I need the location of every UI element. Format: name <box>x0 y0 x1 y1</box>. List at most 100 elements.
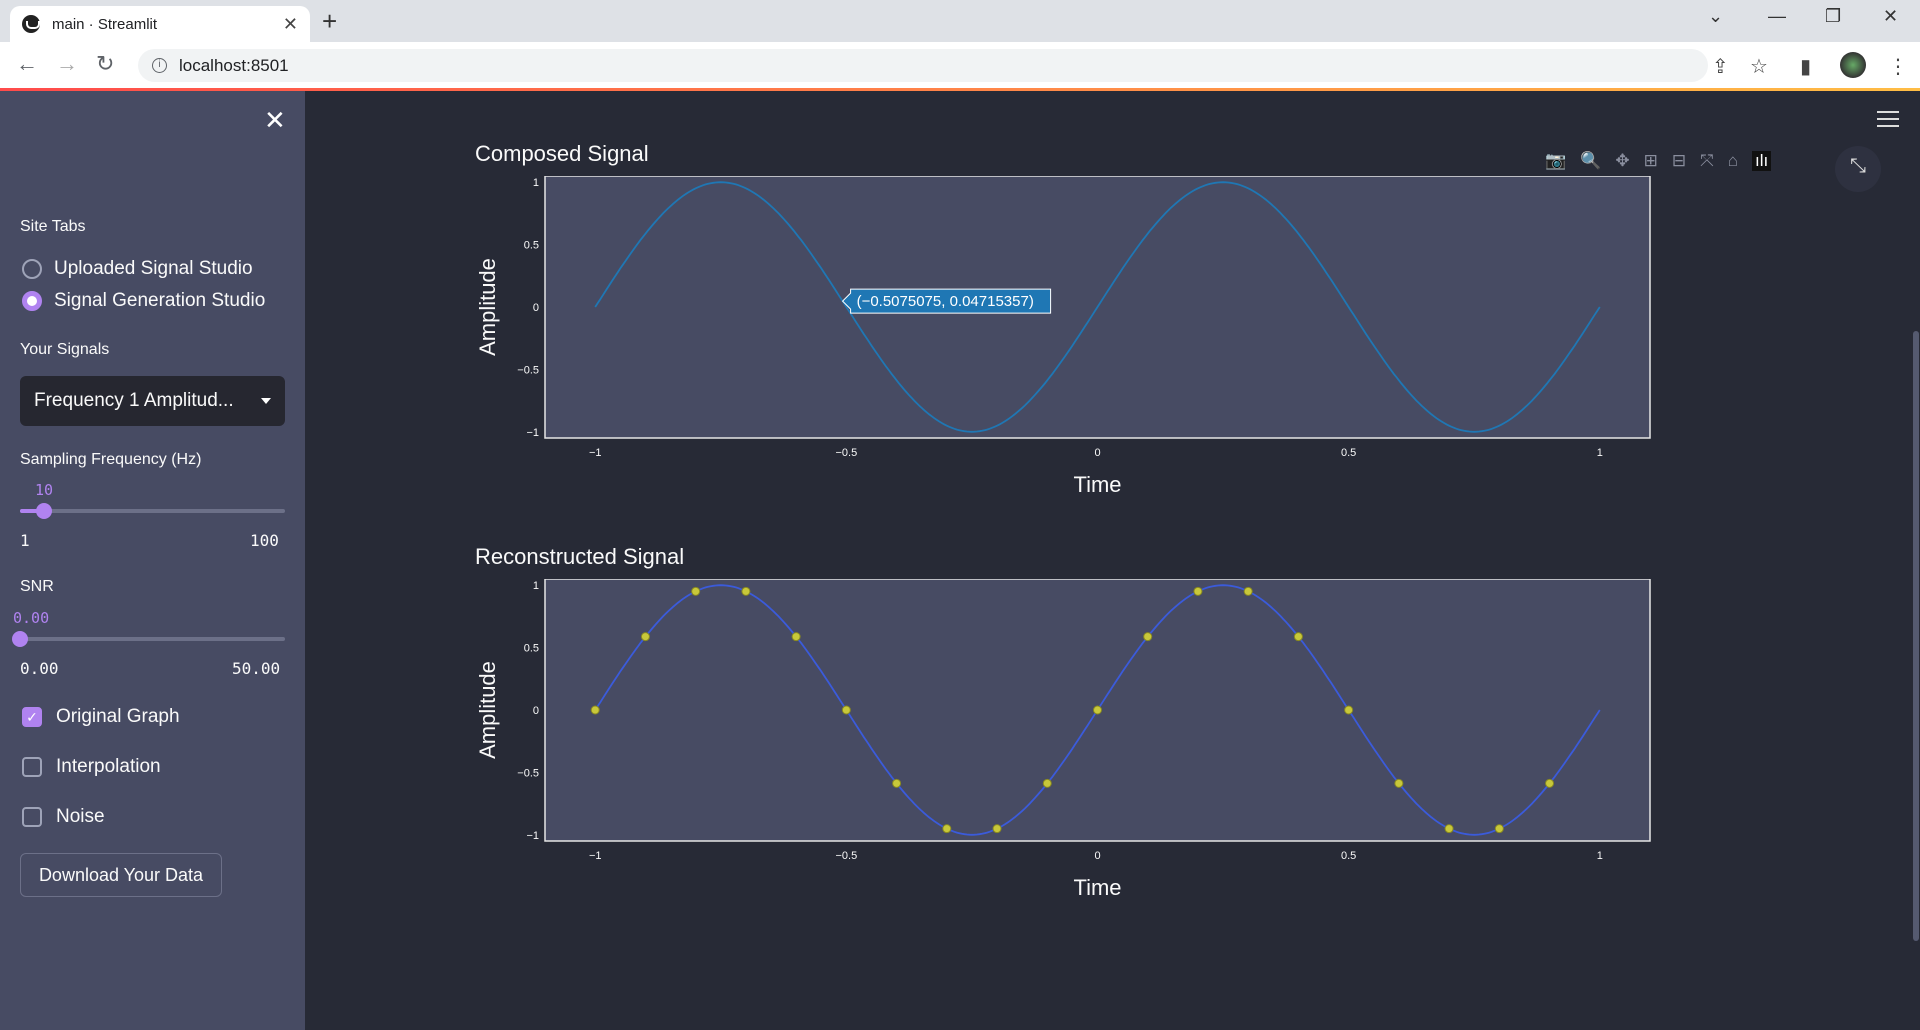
autoscale-icon[interactable]: ⤧ <box>1700 151 1714 171</box>
site-tabs-label: Site Tabs <box>20 218 86 235</box>
y-tick-label: −0.5 <box>517 767 539 779</box>
sample-marker <box>791 632 801 642</box>
plot-modebar: 📷 🔍 ✥ ⊞ ⊟ ⤧ ⌂ ılı <box>1545 151 1772 171</box>
close-tab-icon[interactable]: ✕ <box>283 14 298 35</box>
sample-marker <box>1344 705 1354 715</box>
sampling-slider-thumb[interactable] <box>36 503 52 519</box>
sidebar: ✕ Site Tabs Uploaded Signal Studio Signa… <box>0 91 305 1030</box>
main-scrollbar[interactable] <box>1913 331 1919 941</box>
signal-select-value: Frequency 1 Amplitud... <box>34 390 234 411</box>
browser-tab-bar: main · Streamlit ✕ + ⌄ — ❐ ✕ <box>0 0 1920 42</box>
bookmark-star-icon[interactable]: ☆ <box>1750 54 1768 79</box>
reset-axes-icon[interactable]: ⌂ <box>1728 151 1738 171</box>
sample-marker <box>691 586 701 596</box>
restore-icon[interactable]: ❐ <box>1825 6 1841 27</box>
checkbox-noise[interactable]: Noise <box>22 806 105 828</box>
sample-marker <box>1143 632 1153 642</box>
sample-marker <box>1545 778 1555 788</box>
x-tick-label: −1 <box>589 850 602 862</box>
hover-tooltip: (−0.5075075, 0.04715357) <box>841 288 1052 314</box>
x-tick-label: 1 <box>1597 447 1603 459</box>
x-tick-label: −1 <box>589 447 602 459</box>
y-tick-label: −0.5 <box>517 364 539 376</box>
zoom-in-icon[interactable]: ⊞ <box>1644 151 1658 171</box>
zoom-out-icon[interactable]: ⊟ <box>1672 151 1686 171</box>
checkbox-interpolation[interactable]: Interpolation <box>22 756 161 778</box>
reconstructed-signal-chart[interactable]: −1 −0.5 0 0.5 1 1 0.5 0 −0.5 −1 Time Amplitude <box>455 579 1745 909</box>
radio-signal-generation-studio[interactable]: Signal Generation Studio <box>22 290 265 312</box>
sample-marker <box>992 824 1002 834</box>
snr-label: SNR <box>20 578 54 595</box>
zoom-icon[interactable]: 🔍 <box>1580 151 1601 171</box>
composed-signal-title: Composed Signal <box>475 141 649 166</box>
x-tick-label: 0 <box>1094 447 1100 459</box>
snr-slider-thumb[interactable] <box>12 631 28 647</box>
signal-select[interactable]: Frequency 1 Amplitud... <box>20 376 285 426</box>
y-tick-label: 1 <box>533 580 539 592</box>
pan-icon[interactable]: ✥ <box>1615 151 1629 171</box>
sample-marker <box>1394 778 1404 788</box>
checkbox-unchecked-icon <box>22 757 42 777</box>
sampling-value: 10 <box>35 481 54 499</box>
y-tick-label: 1 <box>533 177 539 189</box>
tab-search-icon[interactable]: ⌄ <box>1708 6 1723 27</box>
snr-value: 0.00 <box>13 609 50 627</box>
reload-icon[interactable]: ↻ <box>96 51 114 77</box>
sample-marker <box>1093 705 1102 715</box>
checkbox-checked-icon: ✓ <box>22 707 42 727</box>
sample-marker <box>1444 824 1454 834</box>
sample-marker <box>640 632 650 642</box>
radio-unchecked-icon <box>22 259 42 279</box>
y-tick-label: 0.5 <box>524 643 539 655</box>
sample-marker <box>841 705 851 715</box>
radio-uploaded-signal-studio[interactable]: Uploaded Signal Studio <box>22 258 253 280</box>
y-tick-label: 0 <box>533 705 539 717</box>
streamlit-favicon-icon <box>22 15 40 33</box>
download-data-button[interactable]: Download Your Data <box>20 853 222 897</box>
sample-marker <box>1293 632 1303 642</box>
browser-tab[interactable]: main · Streamlit ✕ <box>10 6 310 42</box>
chevron-down-icon <box>261 398 271 404</box>
sampling-frequency-label: Sampling Frequency (Hz) <box>20 451 202 468</box>
site-info-icon[interactable]: i <box>152 58 167 73</box>
checkbox-original-graph[interactable]: ✓ Original Graph <box>22 706 180 728</box>
share-icon[interactable]: ⇪ <box>1712 54 1729 79</box>
radio-checked-icon <box>22 291 42 311</box>
composed-signal-chart[interactable]: −1 −0.5 0 0.5 1 1 0.5 0 −0.5 −1 Time Amplitude (−0.5… <box>455 176 1745 506</box>
x-tick-label: 0 <box>1094 850 1100 862</box>
minimize-icon[interactable]: — <box>1768 6 1786 27</box>
fullscreen-expand-icon[interactable]: ⤡ <box>1835 146 1881 192</box>
sample-marker <box>590 705 600 715</box>
tooltip-text: (−0.5075075, 0.04715357) <box>857 293 1034 310</box>
plotly-logo-icon[interactable]: ılı <box>1751 151 1772 171</box>
new-tab-icon[interactable]: + <box>322 6 337 37</box>
sampling-max: 100 <box>250 531 279 550</box>
sample-marker <box>1042 778 1052 788</box>
side-panel-icon[interactable]: ▮ <box>1800 54 1811 79</box>
x-tick-label: −0.5 <box>836 447 858 459</box>
sample-marker <box>741 586 751 596</box>
browser-menu-icon[interactable]: ⋮ <box>1888 54 1908 79</box>
forward-icon[interactable]: → <box>56 51 78 77</box>
your-signals-label: Your Signals <box>20 341 110 358</box>
snr-slider[interactable] <box>12 631 285 647</box>
sample-marker <box>1494 824 1504 834</box>
url-text: localhost:8501 <box>179 55 289 75</box>
profile-avatar[interactable] <box>1840 52 1866 78</box>
x-tick-label: 1 <box>1597 850 1603 862</box>
sample-marker <box>942 824 952 834</box>
hamburger-menu-icon[interactable] <box>1877 111 1899 132</box>
back-icon[interactable]: ← <box>16 51 38 77</box>
sample-marker <box>1193 586 1203 596</box>
main-content: Composed Signal 📷 🔍 ✥ ⊞ ⊟ ⤧ ⌂ ılı ⤡ −1 −0… <box>305 91 1920 1030</box>
close-sidebar-icon[interactable]: ✕ <box>264 105 286 136</box>
tab-title: main · Streamlit <box>52 15 158 33</box>
camera-icon[interactable]: 📷 <box>1545 151 1566 171</box>
sampling-slider[interactable] <box>20 503 285 519</box>
y-axis-label: Amplitude <box>475 258 500 356</box>
reconstructed-signal-title: Reconstructed Signal <box>475 544 685 569</box>
snr-max: 50.00 <box>232 659 281 678</box>
url-field[interactable]: i localhost:8501 <box>138 49 1708 82</box>
close-window-icon[interactable]: ✕ <box>1883 6 1898 27</box>
x-tick-label: 0.5 <box>1341 850 1356 862</box>
